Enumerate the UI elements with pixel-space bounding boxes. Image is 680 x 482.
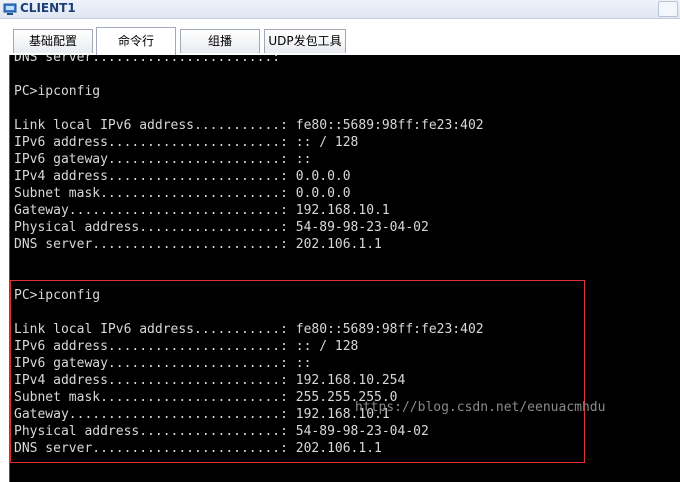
- console-line: DNS server........................: 202.…: [14, 237, 382, 252]
- highlight-annotation-box: [10, 280, 585, 463]
- watermark-text: https://blog.csdn.net/eenuacmhdu: [355, 400, 606, 415]
- tab-bar: 基础配置 命令行 组播 UDP发包工具: [0, 19, 680, 55]
- console-line: DNS server.......................:: [14, 55, 281, 65]
- window-control-button[interactable]: [658, 1, 678, 17]
- console-line: Subnet mask.......................: 0.0.…: [14, 186, 351, 201]
- tab-multicast[interactable]: 组播: [180, 29, 260, 53]
- console-line: IPv6 gateway......................: ::: [14, 152, 312, 167]
- console-line: Link local IPv6 address...........: fe80…: [14, 118, 484, 133]
- console-line: Physical address..................: 54-8…: [14, 220, 429, 235]
- console-line: Gateway...........................: 192.…: [14, 203, 390, 218]
- console-line: IPv6 address......................: :: /…: [14, 135, 359, 150]
- tab-udp-tool[interactable]: UDP发包工具: [264, 29, 346, 53]
- tab-basic-config[interactable]: 基础配置: [13, 29, 93, 53]
- tab-command-line[interactable]: 命令行: [96, 27, 176, 55]
- console-line: PC>ipconfig: [14, 84, 101, 99]
- terminal-console[interactable]: DNS server.......................: PC>ip…: [9, 55, 680, 482]
- console-line: IPv4 address......................: 0.0.…: [14, 169, 351, 184]
- app-icon: [3, 3, 17, 15]
- window-titlebar: CLIENT1: [0, 0, 680, 19]
- window-title: CLIENT1: [20, 1, 76, 15]
